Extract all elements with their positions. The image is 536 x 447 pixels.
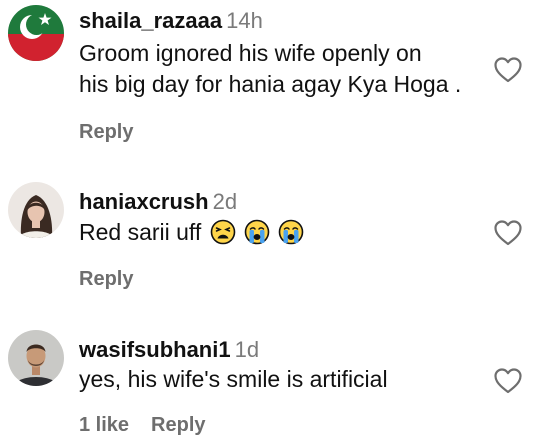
avatar[interactable] (8, 5, 64, 61)
comment-text-line: yes, his wife's smile is artificial (79, 366, 388, 392)
avatar[interactable] (8, 330, 64, 386)
comment-text-line: Red sarii uff (79, 219, 202, 245)
reply-button[interactable]: Reply (79, 121, 133, 143)
loudly-crying-face-icon (244, 219, 270, 245)
heart-icon[interactable] (494, 57, 522, 83)
comment-text: yes, his wife's smile is artificial (79, 364, 388, 395)
comment-text: Groom ignored his wife openly on his big… (79, 38, 461, 100)
comment-item: haniaxcrush 2d Red sarii uff Reply (0, 150, 536, 300)
reply-button[interactable]: Reply (79, 268, 133, 290)
profile-photo-icon (8, 182, 64, 238)
comment-actions: Reply (79, 268, 133, 291)
comment-item: wasifsubhani1 1d yes, his wife's smile is… (0, 300, 536, 447)
username[interactable]: shaila_razaaa (79, 8, 222, 33)
reply-button[interactable]: Reply (151, 414, 205, 436)
timestamp: 14h (226, 8, 263, 33)
comment-text-line: Groom ignored his wife openly on (79, 40, 422, 66)
comment-text-line: his big day for hania agay Kya Hoga . (79, 71, 462, 97)
username[interactable]: wasifsubhani1 (79, 337, 231, 362)
timestamp: 2d (212, 189, 238, 214)
timestamp: 1d (234, 337, 260, 362)
weary-face-icon (210, 219, 236, 245)
heart-icon[interactable] (494, 368, 522, 394)
comment-item: shaila_razaaa 14h Groom ignored his wife … (0, 0, 536, 150)
profile-photo-icon (8, 330, 64, 386)
username[interactable]: haniaxcrush (79, 189, 209, 214)
avatar[interactable] (8, 182, 64, 238)
comment-text: Red sarii uff (79, 217, 304, 248)
comment-actions: 1 like Reply (79, 414, 206, 437)
loudly-crying-face-icon (279, 219, 304, 245)
pti-flag-icon (8, 5, 64, 61)
heart-icon[interactable] (494, 220, 522, 246)
comment-thread: shaila_razaaa 14h Groom ignored his wife … (0, 0, 536, 447)
comment-actions: Reply (79, 121, 133, 144)
likes-count[interactable]: 1 like (79, 414, 129, 436)
